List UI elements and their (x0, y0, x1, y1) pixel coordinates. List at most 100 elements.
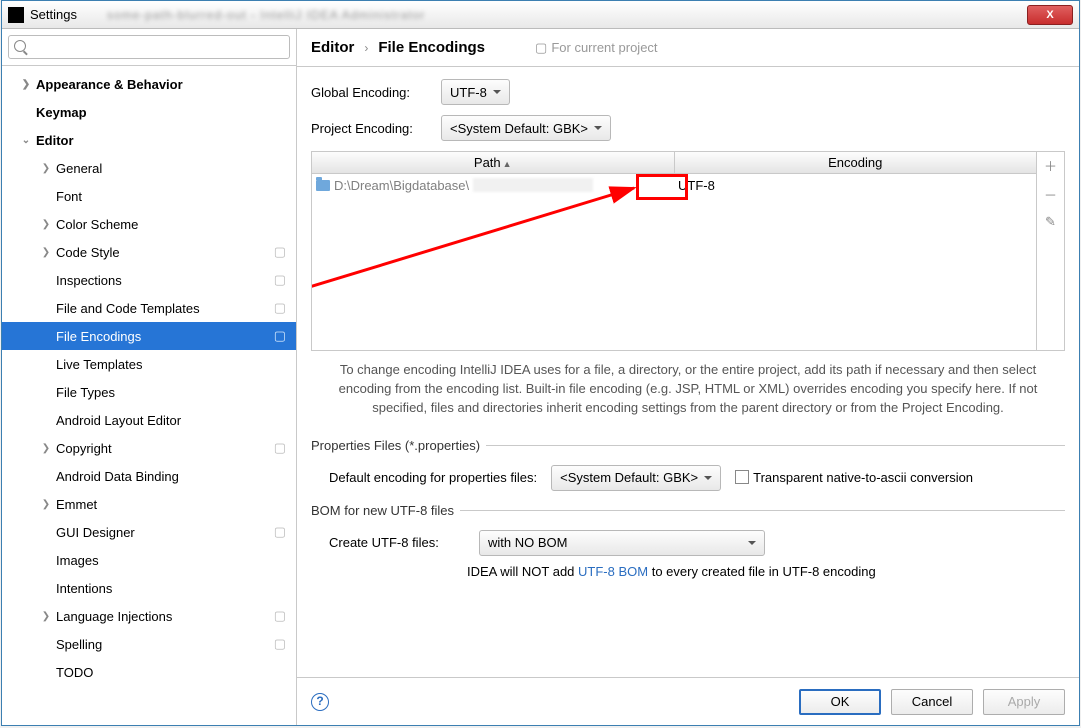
create-utf8-combo[interactable]: with NO BOM (479, 530, 765, 556)
create-utf8-label: Create UTF-8 files: (329, 535, 465, 550)
project-scope-icon: ▢ (274, 608, 286, 624)
project-scope-icon: ▢ (274, 300, 286, 316)
titlebar: Settings some-path-blurred-out - Intelli… (2, 1, 1079, 29)
search-input[interactable] (8, 35, 290, 59)
project-scope-icon: ▢ (535, 40, 547, 56)
search-icon (14, 40, 26, 52)
tree-item-font[interactable]: Font (2, 182, 296, 210)
tree-item-emmet[interactable]: ❯ Emmet (2, 490, 296, 518)
sort-asc-icon: ▲ (503, 159, 512, 169)
app-icon (8, 7, 24, 23)
window-close-button[interactable]: X (1027, 5, 1073, 25)
cell-encoding: UTF-8 (674, 178, 1036, 193)
tree-item-keymap[interactable]: Keymap (2, 98, 296, 126)
tree-item-label: Color Scheme (56, 217, 138, 232)
help-icon[interactable]: ? (311, 693, 329, 711)
bom-section: BOM for new UTF-8 files Create UTF-8 fil… (311, 503, 1065, 585)
chevron-icon: ❯ (40, 499, 52, 510)
tree-item-images[interactable]: Images (2, 546, 296, 574)
tree-item-appearance-behavior[interactable]: ❯Appearance & Behavior (2, 70, 296, 98)
tree-item-gui-designer[interactable]: GUI Designer ▢ (2, 518, 296, 546)
search-wrap (2, 29, 296, 66)
global-encoding-combo[interactable]: UTF-8 (441, 79, 510, 105)
tree-item-label: Emmet (56, 497, 97, 512)
chevron-icon: ❯ (40, 247, 52, 258)
tree-item-file-and-code-templates[interactable]: File and Code Templates▢ (2, 294, 296, 322)
edit-icon[interactable]: ✎ (1045, 214, 1056, 230)
tree-item-label: General (56, 161, 102, 176)
tree-item-label: File Types (56, 385, 115, 400)
chevron-icon: ❯ (40, 219, 52, 230)
settings-tree[interactable]: ❯Appearance & BehaviorKeymap⌄Editor ❯ Gene… (2, 66, 296, 725)
for-current-project: ▢ For current project (535, 40, 658, 56)
chevron-icon: ❯ (20, 79, 32, 90)
tree-item-android-data-binding[interactable]: Android Data Binding (2, 462, 296, 490)
add-icon[interactable]: ＋ (1044, 156, 1057, 175)
sidebar: ❯Appearance & BehaviorKeymap⌄Editor ❯ Gene… (2, 29, 297, 725)
tree-item-intentions[interactable]: Intentions (2, 574, 296, 602)
tree-item-label: Code Style (56, 245, 120, 260)
table-row[interactable]: D:\Dream\Bigdatabase\ UTF-8 (312, 174, 1036, 196)
main-panel: Editor › File Encodings ▢ For current pr… (297, 29, 1079, 725)
tree-item-label: Font (56, 189, 82, 204)
window-title: Settings (30, 7, 77, 22)
tree-item-label: Live Templates (56, 357, 142, 372)
table-header: Path▲ Encoding (312, 152, 1036, 174)
tree-item-copyright[interactable]: ❯Copyright▢ (2, 434, 296, 462)
col-encoding[interactable]: Encoding (675, 152, 1037, 173)
tree-item-todo[interactable]: TODO (2, 658, 296, 686)
ok-button[interactable]: OK (799, 689, 881, 715)
main-content: Global Encoding: UTF-8 Project Encoding:… (297, 67, 1079, 677)
transparent-checkbox[interactable]: Transparent native-to-ascii conversion (735, 470, 973, 485)
chevron-icon: ❯ (40, 611, 52, 622)
tree-item-label: Images (56, 553, 99, 568)
default-prop-encoding-combo[interactable]: <System Default: GBK> (551, 465, 721, 491)
tree-item-file-types[interactable]: File Types (2, 378, 296, 406)
utf8-bom-link[interactable]: UTF-8 BOM (578, 564, 648, 579)
tree-item-label: Android Layout Editor (56, 413, 181, 428)
tree-item-spelling[interactable]: Spelling ▢ (2, 630, 296, 658)
chevron-icon: ❯ (40, 443, 52, 454)
remove-icon[interactable]: － (1044, 185, 1057, 204)
breadcrumb-b: File Encodings (378, 39, 485, 56)
project-scope-icon: ▢ (274, 636, 286, 652)
tree-item-label: TODO (56, 665, 93, 680)
table-toolbar: ＋ － ✎ (1036, 152, 1064, 350)
cancel-button[interactable]: Cancel (891, 689, 973, 715)
project-encoding-label: Project Encoding: (311, 121, 441, 136)
settings-window: Settings some-path-blurred-out - Intelli… (1, 0, 1080, 726)
tree-item-label: File Encodings (56, 329, 141, 344)
project-scope-icon: ▢ (274, 524, 286, 540)
breadcrumb-sep: › (364, 41, 368, 55)
tree-item-live-templates[interactable]: Live Templates (2, 350, 296, 378)
project-encoding-combo[interactable]: <System Default: GBK> (441, 115, 611, 141)
project-scope-icon: ▢ (274, 272, 286, 288)
col-path[interactable]: Path▲ (312, 152, 675, 173)
tree-item-inspections[interactable]: Inspections▢ (2, 266, 296, 294)
bom-legend: BOM for new UTF-8 files (311, 503, 460, 518)
cell-path: D:\Dream\Bigdatabase\ (312, 178, 674, 193)
tree-item-label: Android Data Binding (56, 469, 179, 484)
breadcrumb-a: Editor (311, 39, 354, 56)
body: ❯Appearance & BehaviorKeymap⌄Editor ❯ Gene… (2, 29, 1079, 725)
tree-item-label: Copyright (56, 441, 112, 456)
tree-item-language-injections[interactable]: ❯Language Injections▢ (2, 602, 296, 630)
checkbox-icon (735, 470, 749, 484)
project-scope-icon: ▢ (274, 328, 286, 344)
tree-item-android-layout-editor[interactable]: Android Layout Editor (2, 406, 296, 434)
tree-item-file-encodings[interactable]: File Encodings ▢ (2, 322, 296, 350)
project-encoding-row: Project Encoding: <System Default: GBK> (311, 115, 1065, 141)
default-prop-encoding-label: Default encoding for properties files: (329, 470, 537, 485)
chevron-icon: ❯ (40, 163, 52, 174)
tree-item-general[interactable]: ❯ General (2, 154, 296, 182)
tree-item-label: Editor (36, 133, 74, 148)
tree-item-label: GUI Designer (56, 525, 135, 540)
properties-section: Properties Files (*.properties) Default … (311, 438, 1065, 497)
tree-item-label: Spelling (56, 637, 102, 652)
tree-item-code-style[interactable]: ❯Code Style▢ (2, 238, 296, 266)
window-title-extra: some-path-blurred-out - IntelliJ IDEA Ad… (107, 8, 1027, 22)
apply-button[interactable]: Apply (983, 689, 1065, 715)
tree-item-editor[interactable]: ⌄Editor (2, 126, 296, 154)
global-encoding-row: Global Encoding: UTF-8 (311, 79, 1065, 105)
tree-item-color-scheme[interactable]: ❯ Color Scheme (2, 210, 296, 238)
